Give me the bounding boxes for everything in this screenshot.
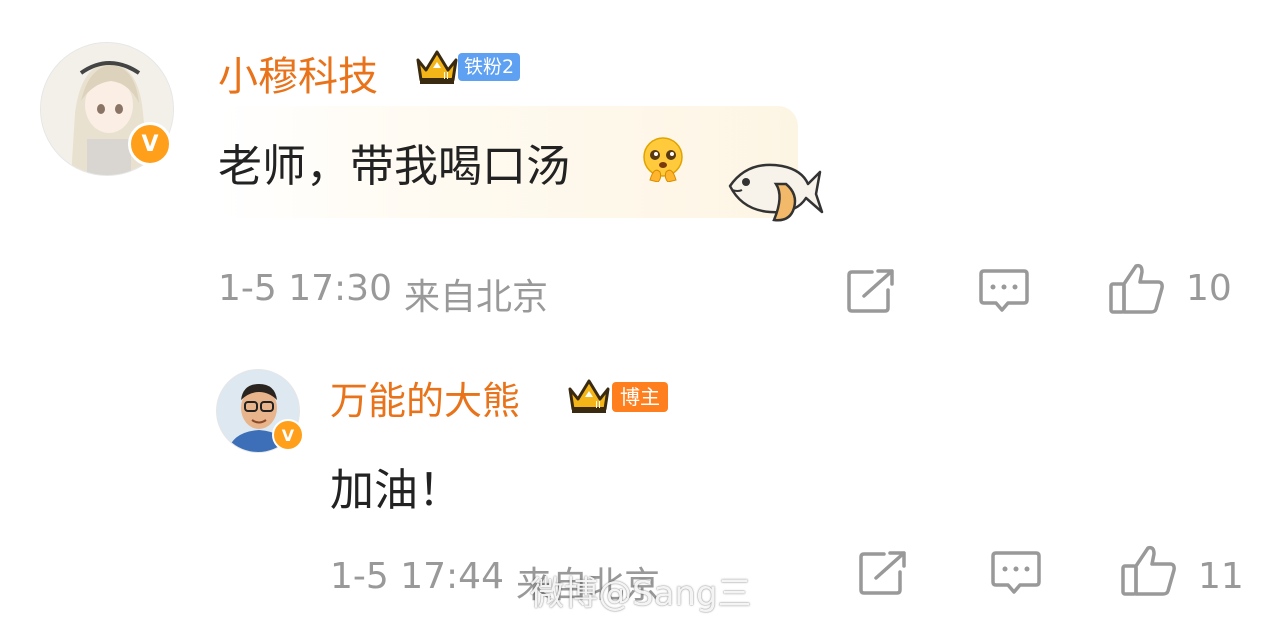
verified-badge-icon: V [128, 122, 172, 166]
username[interactable]: 小穆科技 [218, 44, 378, 102]
share-icon[interactable] [846, 268, 896, 314]
avatar[interactable]: V [216, 369, 304, 453]
fish-sticker-icon [728, 163, 824, 222]
comment-icon[interactable] [990, 550, 1042, 596]
fan-badge: 铁粉2 [458, 53, 521, 81]
username[interactable]: 万能的大熊 [330, 370, 520, 425]
verified-badge-icon: V [272, 419, 304, 451]
comment-text: 加油！ [330, 465, 462, 516]
comment-text: 老师，带我喝口汤 [218, 141, 570, 192]
like-count: 11 [1198, 556, 1244, 597]
crown-icon: II [416, 50, 458, 84]
watermark: 微博@Sang三 [530, 574, 752, 614]
like-count: 10 [1186, 268, 1232, 309]
comment-location: 来自北京 [404, 277, 549, 318]
avatar[interactable]: V [40, 42, 174, 176]
like-thumb-icon[interactable] [1108, 262, 1166, 316]
comment-thread: V 小穆科技 II 铁粉2 老师，带我喝口汤 1-5 17:30 来自北京 10 [0, 0, 1271, 619]
comment-time: 1-5 17:44 [330, 556, 504, 597]
pleading-face-emoji-icon [643, 137, 683, 182]
svg-text:II: II [443, 71, 449, 82]
crown-icon: II [568, 379, 610, 413]
comment-icon[interactable] [978, 268, 1030, 314]
svg-text:II: II [595, 400, 601, 411]
like-thumb-icon[interactable] [1120, 544, 1178, 598]
comment-time: 1-5 17:30 [218, 268, 392, 309]
blogger-badge: 博主 [612, 382, 668, 412]
share-icon[interactable] [858, 550, 908, 596]
